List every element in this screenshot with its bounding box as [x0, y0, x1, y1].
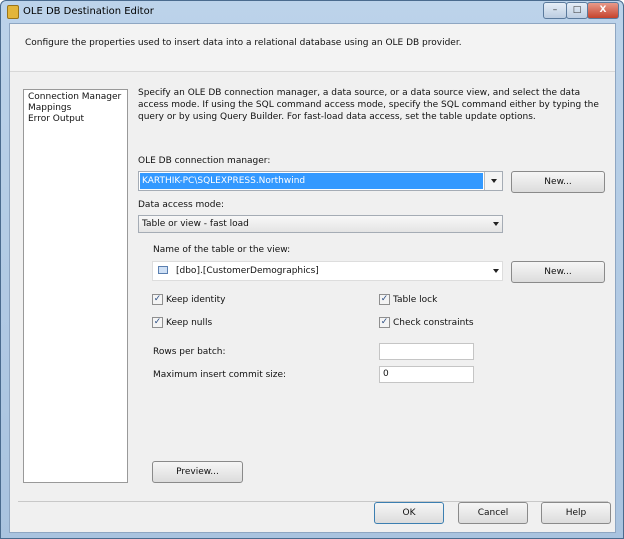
max-commit-input[interactable]: 0 — [379, 366, 474, 383]
connection-manager-value: KARTHIK-PC\SQLEXPRESS.Northwind — [140, 173, 483, 189]
connection-label: OLE DB connection manager: — [138, 156, 271, 166]
nav-list: Connection Manager Mappings Error Output — [23, 89, 128, 483]
table-lock-checkbox[interactable]: ✓ — [379, 294, 390, 305]
keep-identity-label: Keep identity — [166, 295, 226, 305]
window-title: OLE DB Destination Editor — [23, 6, 154, 17]
title-bar[interactable]: OLE DB Destination Editor – □ X — [1, 1, 623, 23]
nav-item-mappings[interactable]: Mappings — [24, 103, 127, 114]
app-icon — [7, 5, 19, 19]
table-value: [dbo].[CustomerDemographics] — [176, 266, 319, 276]
table-icon — [158, 266, 168, 274]
cancel-button[interactable]: Cancel — [458, 502, 528, 524]
dialog-body: Configure the properties used to insert … — [9, 23, 616, 533]
close-button[interactable]: X — [587, 2, 619, 19]
table-combo[interactable]: [dbo].[CustomerDemographics] — [152, 261, 503, 281]
rows-per-batch-label: Rows per batch: — [153, 347, 226, 357]
chevron-down-icon — [491, 179, 497, 183]
check-constraints-checkbox[interactable]: ✓ — [379, 317, 390, 328]
access-mode-value: Table or view - fast load — [142, 219, 249, 229]
connection-manager-combo[interactable]: KARTHIK-PC\SQLEXPRESS.Northwind — [138, 171, 503, 191]
new-table-button[interactable]: New... — [511, 261, 605, 283]
ok-button[interactable]: OK — [374, 502, 444, 524]
rows-per-batch-input[interactable] — [379, 343, 474, 360]
instructions-text: Specify an OLE DB connection manager, a … — [138, 88, 599, 122]
keep-nulls-label: Keep nulls — [166, 318, 213, 328]
new-connection-button[interactable]: New... — [511, 171, 605, 193]
table-label: Name of the table or the view: — [153, 245, 291, 255]
maximize-button[interactable]: □ — [566, 2, 588, 19]
header-panel: Configure the properties used to insert … — [10, 24, 615, 72]
nav-item-error-output[interactable]: Error Output — [24, 114, 127, 125]
max-commit-label: Maximum insert commit size: — [153, 370, 287, 380]
table-lock-label: Table lock — [393, 295, 438, 305]
dropdown-button[interactable] — [484, 172, 502, 190]
check-constraints-label: Check constraints — [393, 318, 474, 328]
nav-item-connection-manager[interactable]: Connection Manager — [24, 92, 127, 103]
access-mode-combo[interactable]: Table or view - fast load — [138, 215, 503, 233]
dialog-window: OLE DB Destination Editor – □ X Configur… — [0, 0, 624, 539]
help-button[interactable]: Help — [541, 502, 611, 524]
keep-identity-checkbox[interactable]: ✓ — [152, 294, 163, 305]
access-mode-label: Data access mode: — [138, 200, 225, 210]
header-description: Configure the properties used to insert … — [25, 38, 462, 48]
keep-nulls-checkbox[interactable]: ✓ — [152, 317, 163, 328]
chevron-down-icon — [493, 222, 499, 226]
chevron-down-icon — [493, 269, 499, 273]
minimize-button[interactable]: – — [543, 2, 567, 19]
preview-button[interactable]: Preview... — [152, 461, 243, 483]
